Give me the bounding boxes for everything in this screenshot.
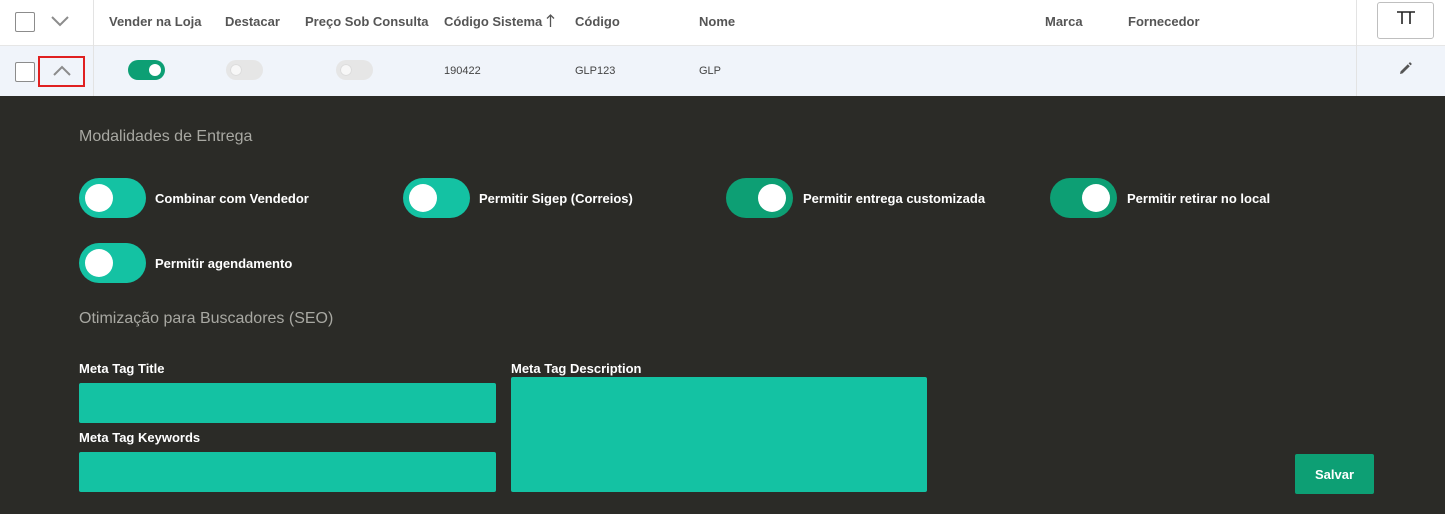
column-divider [93,0,94,46]
header-codigo-sistema-label: Código Sistema [444,14,543,29]
select-all-checkbox[interactable] [15,12,35,32]
toggle-knob [85,184,113,212]
toggle-permitir-entrega-customizada[interactable] [726,178,793,218]
cell-codigo: GLP123 [575,65,616,77]
label-combinar-com-vendedor: Combinar com Vendedor [155,191,309,206]
header-nome[interactable]: Nome [699,14,735,29]
table-header: Vender na Loja Destacar Preço Sob Consul… [0,0,1445,46]
delivery-section-title: Modalidades de Entrega [79,128,253,145]
label-permitir-sigep: Permitir Sigep (Correios) [479,191,633,206]
header-fornecedor[interactable]: Fornecedor [1128,14,1200,29]
toggle-knob [230,64,242,76]
toggle-knob [409,184,437,212]
sort-ascending-icon [546,14,555,30]
meta-description-label: Meta Tag Description [511,361,642,376]
row-select-checkbox[interactable] [15,62,35,82]
toggle-permitir-sigep[interactable] [403,178,470,218]
toggle-permitir-agendamento[interactable] [79,243,146,283]
label-permitir-agendamento: Permitir agendamento [155,256,293,271]
label-permitir-retirar-no-local: Permitir retirar no local [1127,191,1271,206]
toggle-permitir-retirar-no-local[interactable] [1050,178,1117,218]
toggle-combinar-com-vendedor[interactable] [79,178,146,218]
toggle-knob [340,64,352,76]
column-toggle-button[interactable] [1377,2,1434,39]
header-destacar[interactable]: Destacar [225,14,280,29]
meta-title-input[interactable] [79,383,496,423]
toggle-knob [149,64,161,76]
edit-row-button[interactable] [1395,61,1415,81]
meta-keywords-label: Meta Tag Keywords [79,430,201,445]
save-button[interactable]: Salvar [1295,454,1374,494]
column-divider [1356,0,1357,46]
toggle-knob [85,249,113,277]
expand-all-chevron-down-icon[interactable] [45,9,75,33]
toggle-knob [1082,184,1110,212]
toggle-knob [758,184,786,212]
column-divider [93,46,94,96]
header-vender-na-loja[interactable]: Vender na Loja [109,14,201,29]
vender-na-loja-toggle[interactable] [128,60,165,80]
meta-description-textarea[interactable] [511,377,927,492]
destacar-toggle[interactable] [226,60,263,80]
table-row: 190422 GLP123 GLP [0,46,1445,96]
chevron-up-icon [52,63,71,81]
header-codigo[interactable]: Código [575,14,620,29]
collapse-row-button[interactable] [38,56,85,87]
header-codigo-sistema[interactable]: Código Sistema [444,14,555,30]
column-toggle-icon [1396,10,1416,31]
cell-nome: GLP [699,65,722,77]
row-detail-panel: Modalidades de Entrega Combinar com Vend… [0,96,1445,514]
meta-keywords-input[interactable] [79,452,496,492]
column-divider [1356,46,1357,96]
header-preco-sob-consulta[interactable]: Preço Sob Consulta [305,14,429,29]
preco-sob-consulta-toggle[interactable] [336,60,373,80]
cell-codigo-sistema: 190422 [444,65,481,77]
meta-title-label: Meta Tag Title [79,361,165,376]
pencil-icon [1398,61,1412,81]
header-marca[interactable]: Marca [1045,14,1083,29]
seo-section-title: Otimização para Buscadores (SEO) [79,310,334,327]
label-permitir-entrega-customizada: Permitir entrega customizada [803,191,986,206]
